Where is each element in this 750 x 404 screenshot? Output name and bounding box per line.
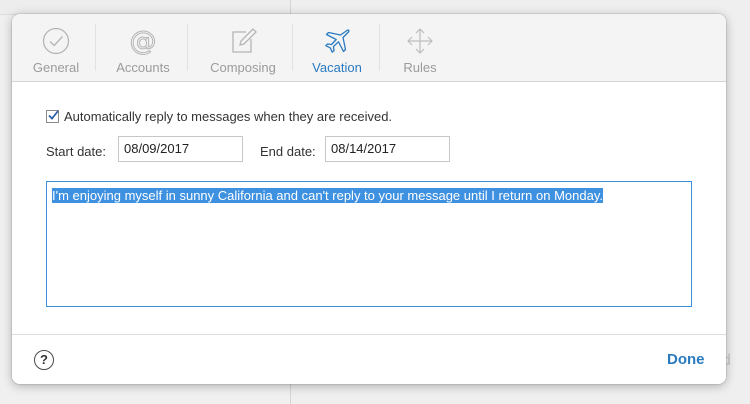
tab-divider xyxy=(379,24,380,71)
background-sidebar-header xyxy=(0,0,290,15)
compose-icon xyxy=(232,28,257,53)
done-button[interactable]: Done xyxy=(667,351,705,368)
tab-composing-label: Composing xyxy=(210,60,276,75)
auto-reply-checkbox[interactable] xyxy=(46,110,59,123)
checkmark-icon xyxy=(48,110,59,120)
tab-divider xyxy=(187,24,188,71)
tab-divider xyxy=(292,24,293,71)
preferences-toolbar: General @ Accounts Composing Vacation Ru… xyxy=(12,14,726,82)
end-date-label: End date: xyxy=(260,144,316,159)
airplane-icon xyxy=(325,29,350,53)
tab-vacation-label: Vacation xyxy=(312,60,362,75)
start-date-input[interactable]: 08/09/2017 xyxy=(118,136,243,162)
tab-rules[interactable]: Rules xyxy=(392,14,448,81)
svg-text:@: @ xyxy=(130,26,157,56)
tab-composing[interactable]: Composing xyxy=(202,14,284,81)
end-date-input[interactable]: 08/14/2017 xyxy=(325,136,450,162)
vacation-message-textarea[interactable]: I'm enjoying myself in sunny California … xyxy=(46,181,692,307)
auto-reply-row: Automatically reply to messages when the… xyxy=(46,109,392,124)
at-sign-icon: @ xyxy=(129,26,157,56)
tab-rules-label: Rules xyxy=(403,60,437,75)
auto-reply-label: Automatically reply to messages when the… xyxy=(64,109,393,124)
move-arrows-icon xyxy=(407,28,433,54)
tab-general[interactable]: General xyxy=(24,14,88,81)
tab-accounts[interactable]: @ Accounts xyxy=(108,14,178,81)
help-button[interactable]: ? xyxy=(34,350,54,370)
checkmark-circle-icon xyxy=(42,27,70,55)
vacation-message-selected-text: I'm enjoying myself in sunny California … xyxy=(52,188,603,203)
tab-accounts-label: Accounts xyxy=(116,60,170,75)
tab-divider xyxy=(95,24,96,71)
start-date-label: Start date: xyxy=(46,144,106,159)
preferences-dialog: General @ Accounts Composing Vacation Ru… xyxy=(12,14,726,384)
tab-general-label: General xyxy=(32,60,80,75)
dialog-footer: ? Done xyxy=(12,334,726,384)
tab-vacation[interactable]: Vacation xyxy=(304,14,370,81)
